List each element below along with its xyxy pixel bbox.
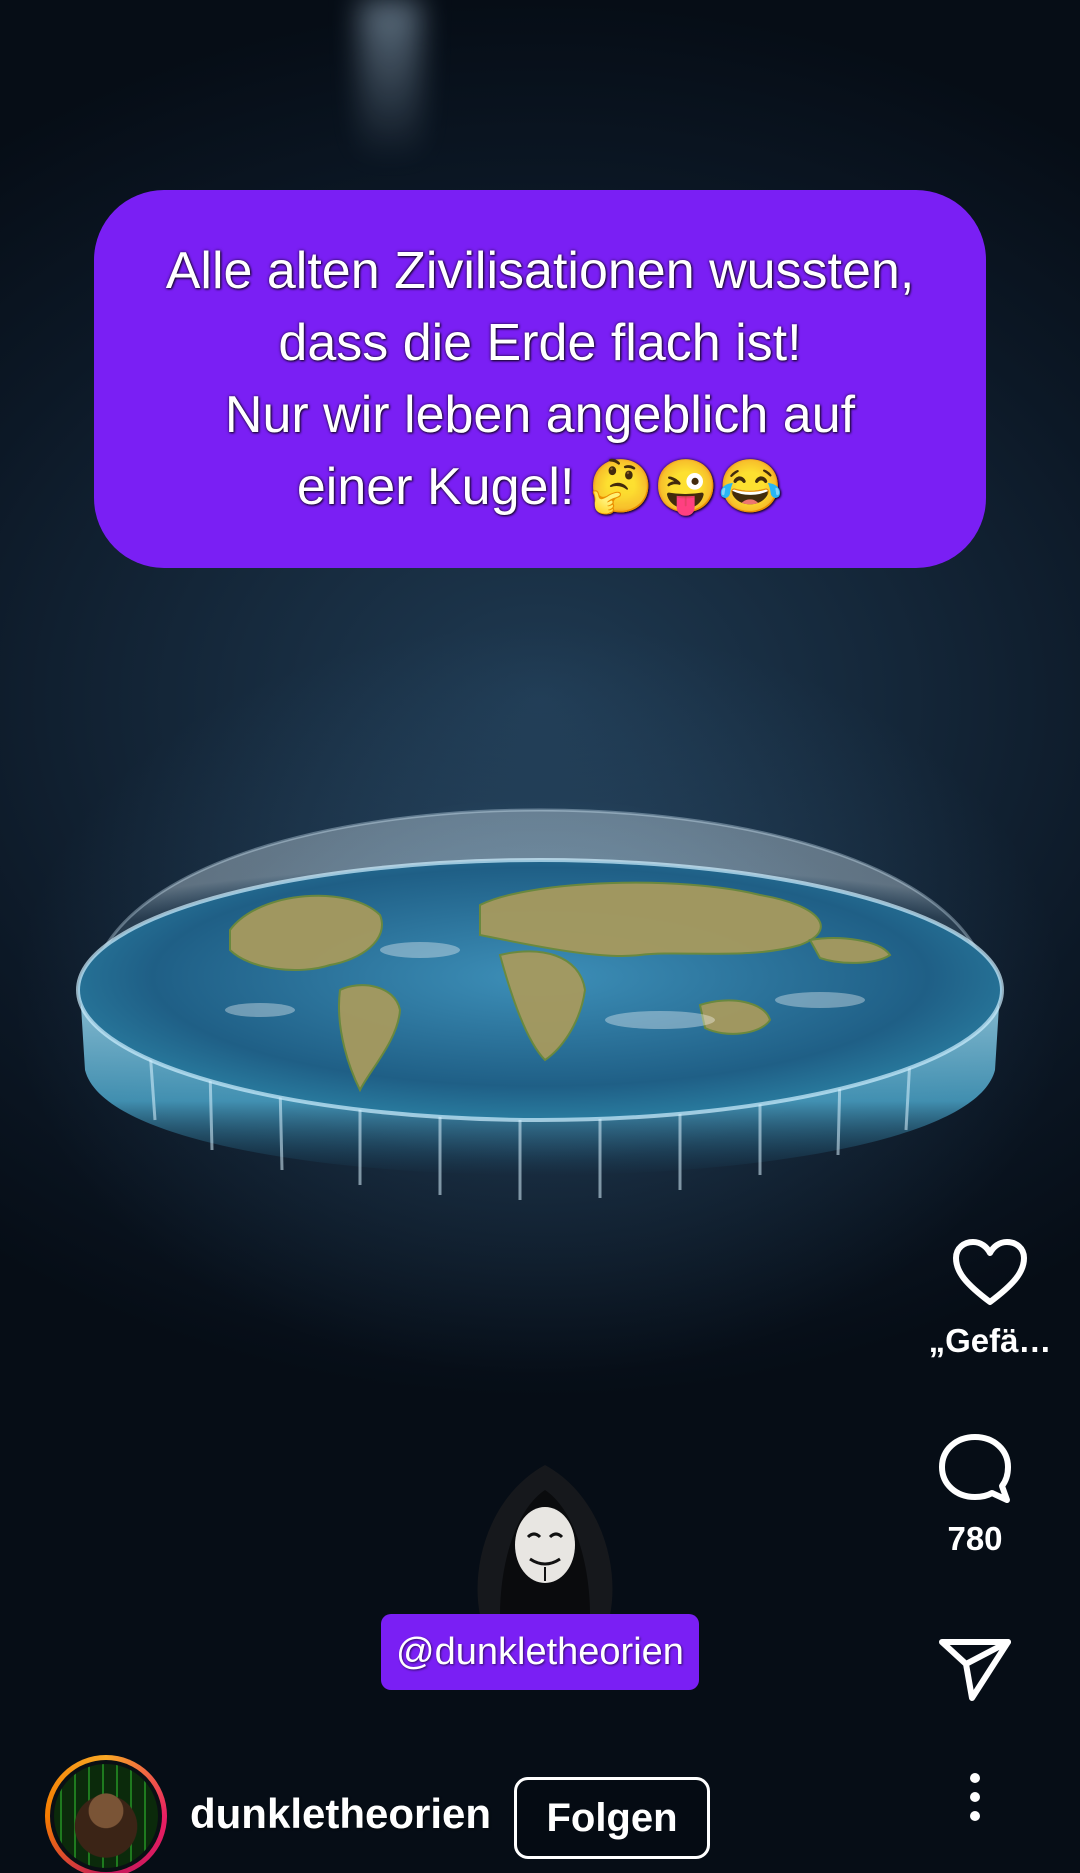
follow-button[interactable]: Folgen [514,1777,710,1859]
more-options-button[interactable] [910,1772,1040,1822]
caption-line: Alle alten Zivilisationen wussten, [165,242,915,300]
caption-line: dass die Erde flach ist! [278,314,802,372]
caption-line: Nur wir leben angeblich auf [224,386,856,444]
caption-text: Alle alten Zivilisationen wussten, dass … [166,235,915,523]
like-label: „Gefä… [928,1322,1052,1359]
creator-handle-tag: @dunkletheorien [381,1614,699,1690]
speech-bubble-icon [939,1434,1011,1503]
comment-count: 780 [947,1520,1003,1557]
comment-button[interactable]: 780 [910,1432,1040,1558]
like-button[interactable]: „Gefä… [920,1238,1060,1360]
flat-earth-illustration [60,690,1020,1250]
share-button[interactable] [910,1636,1040,1702]
avatar-image [50,1760,162,1872]
author-avatar[interactable] [45,1755,167,1873]
paper-plane-icon [939,1639,1011,1701]
light-beam [360,0,420,160]
vertical-ellipsis-icon [970,1773,980,1821]
caption-bubble: Alle alten Zivilisationen wussten, dass … [94,190,986,568]
caption-line: einer Kugel! 🤔😜😂 [296,458,784,516]
reel-video-frame[interactable]: Alle alten Zivilisationen wussten, dass … [0,0,1080,1873]
heart-outline-icon [953,1239,1027,1305]
author-username[interactable]: dunkletheorien [190,1790,491,1838]
anonymous-mask-image [460,1455,630,1615]
